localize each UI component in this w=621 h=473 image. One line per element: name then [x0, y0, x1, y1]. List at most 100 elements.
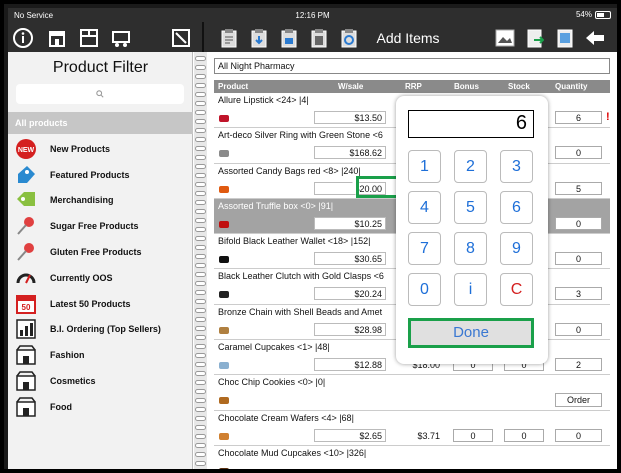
category-gluten-free[interactable]: Gluten Free Products — [8, 239, 193, 265]
wholesale-price: $168.62 — [314, 146, 386, 160]
product-name: Assorted Candy Bags red <8> |240| — [218, 165, 361, 176]
image-icon[interactable] — [494, 27, 516, 49]
category-fashion[interactable]: Fashion — [8, 342, 193, 368]
quantity-field[interactable]: 0 — [555, 146, 602, 160]
store-name-field[interactable]: All Night Pharmacy — [214, 58, 610, 74]
quantity-field[interactable]: 0 — [555, 322, 602, 336]
key-6[interactable]: 6 — [500, 191, 533, 224]
category-latest-50[interactable]: 50 Latest 50 Products — [8, 291, 193, 317]
app-screen: No Service 12:16 PM 54% Add Items Produc… — [8, 8, 617, 469]
key-2[interactable]: 2 — [454, 150, 487, 183]
done-button[interactable]: Done — [408, 318, 534, 348]
svg-text:NEW: NEW — [18, 147, 35, 154]
spiral-ring — [195, 398, 206, 403]
product-thumbnail — [218, 430, 230, 442]
key-3[interactable]: 3 — [500, 150, 533, 183]
category-merchandising[interactable]: Merchandising — [8, 188, 193, 214]
key-info[interactable]: i — [454, 273, 487, 306]
clock: 12:16 PM — [295, 11, 330, 20]
product-thumbnail — [218, 183, 230, 195]
spiral-ring — [195, 452, 206, 457]
spiral-ring — [195, 434, 206, 439]
product-thumbnail — [218, 218, 230, 230]
product-row[interactable]: Choc Chip Cookies <0> |0| Order — [214, 375, 610, 411]
key-4[interactable]: 4 — [408, 191, 441, 224]
col-stock: Stock — [508, 82, 530, 91]
spiral-ring — [195, 236, 206, 241]
spiral-ring — [195, 146, 206, 151]
product-name: Chocolate Mud Cupcakes <10> |326| — [218, 447, 367, 458]
col-rrp: RRP — [405, 82, 422, 91]
package-icon[interactable] — [78, 27, 100, 49]
toolbar: Add Items — [8, 22, 617, 52]
all-products-item[interactable]: All products — [8, 112, 193, 134]
filter-search-input[interactable] — [16, 84, 184, 104]
spiral-ring — [195, 155, 206, 160]
category-new-products[interactable]: NEW New Products — [8, 136, 193, 162]
resize-icon[interactable] — [170, 27, 192, 49]
spiral-ring — [195, 281, 206, 286]
category-bi-ordering[interactable]: B.I. Ordering (Top Sellers) — [8, 317, 193, 343]
product-name: Art-deco Silver Ring with Green Stone <6 — [218, 130, 383, 141]
category-label: Sugar Free Products — [50, 221, 139, 232]
category-cosmetics[interactable]: Cosmetics — [8, 368, 193, 394]
key-0[interactable]: 0 — [408, 273, 441, 306]
document-icon[interactable] — [554, 27, 576, 49]
col-bonus: Bonus — [454, 82, 479, 91]
clipboard-icon[interactable] — [218, 27, 240, 49]
cart-icon[interactable] — [110, 27, 132, 49]
spiral-ring — [195, 380, 206, 385]
store-icon[interactable] — [46, 27, 68, 49]
key-1[interactable]: 1 — [408, 150, 441, 183]
col-quantity: Quantity — [555, 82, 588, 91]
product-thumbnail — [218, 112, 230, 124]
quantity-field[interactable]: 6 — [555, 111, 602, 124]
product-name: Caramel Cupcakes <1> |48| — [218, 342, 330, 353]
col-wsale: W/sale — [338, 82, 364, 91]
wholesale-price: $20.24 — [314, 287, 386, 301]
bonus-field[interactable]: 0 — [453, 428, 493, 442]
quantity-field[interactable]: 2 — [555, 358, 602, 372]
quantity-field[interactable]: 5 — [555, 181, 602, 195]
key-9[interactable]: 9 — [500, 232, 533, 265]
product-thumbnail — [218, 253, 230, 265]
key-5[interactable]: 5 — [454, 191, 487, 224]
pin-icon — [14, 215, 38, 237]
product-thumbnail — [218, 359, 230, 371]
key-7[interactable]: 7 — [408, 232, 441, 265]
quantity-field[interactable]: 0 — [555, 216, 602, 230]
spiral-ring — [195, 407, 206, 412]
order-button[interactable]: Order — [555, 393, 602, 408]
spiral-ring — [195, 227, 206, 232]
quantity-field[interactable]: 3 — [555, 287, 602, 301]
category-currently-oos[interactable]: Currently OOS — [8, 265, 193, 291]
category-food[interactable]: Food — [8, 394, 193, 420]
spiral-ring — [195, 164, 206, 169]
category-label: Latest 50 Products — [50, 298, 131, 309]
key-8[interactable]: 8 — [454, 232, 487, 265]
product-row[interactable]: Chocolate Mud Cupcakes <10> |326| — [214, 445, 610, 469]
back-arrow-icon[interactable] — [584, 27, 606, 49]
key-clear[interactable]: C — [500, 273, 533, 306]
category-sugar-free[interactable]: Sugar Free Products — [8, 213, 193, 239]
clipboard-calculator-icon[interactable] — [308, 27, 330, 49]
clipboard-lock-icon[interactable] — [278, 27, 300, 49]
spiral-ring — [195, 128, 206, 133]
document-export-icon[interactable] — [524, 27, 546, 49]
info-icon[interactable] — [12, 27, 34, 49]
battery-icon — [595, 10, 611, 19]
spiral-ring — [195, 191, 206, 196]
gauge-icon — [14, 267, 38, 289]
stock-field[interactable]: 0 — [504, 428, 544, 442]
spiral-ring — [195, 263, 206, 268]
quantity-field[interactable]: 0 — [555, 428, 602, 442]
clipboard-download-icon[interactable] — [248, 27, 270, 49]
column-header: Product W/sale RRP Bonus Stock Quantity — [214, 80, 610, 93]
quantity-field[interactable]: 0 — [555, 252, 602, 266]
category-featured-products[interactable]: Featured Products — [8, 162, 193, 188]
product-row[interactable]: Chocolate Cream Wafers <4> |68| $2.65 $3.7… — [214, 410, 610, 446]
status-bar: No Service 12:16 PM 54% — [8, 8, 617, 22]
product-thumbnail — [218, 465, 230, 469]
category-label: New Products — [50, 143, 111, 154]
spiral-ring — [195, 353, 206, 358]
